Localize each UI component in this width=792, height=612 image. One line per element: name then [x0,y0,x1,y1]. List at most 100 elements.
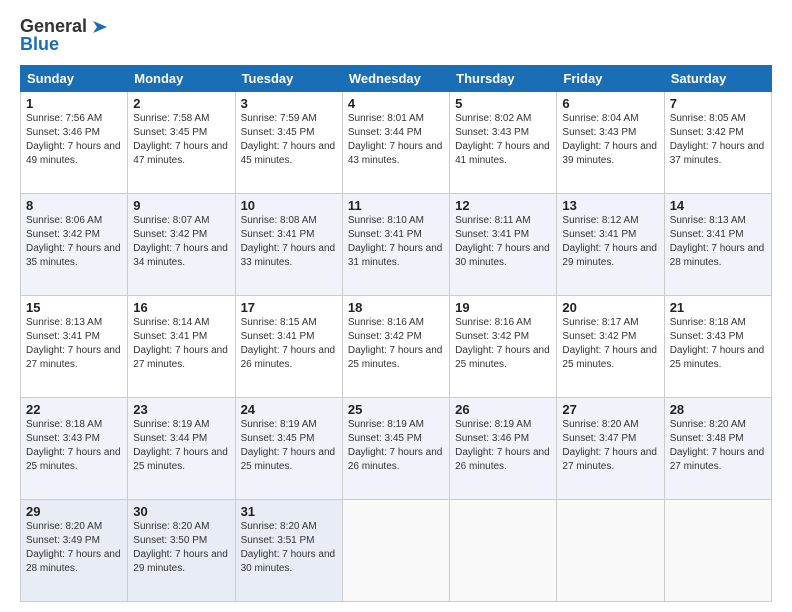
day-number: 12 [455,198,551,213]
calendar-cell: 22 Sunrise: 8:18 AMSunset: 3:43 PMDayligh… [21,398,128,500]
calendar-cell: 29 Sunrise: 8:20 AMSunset: 3:49 PMDayligh… [21,500,128,602]
calendar-cell: 6Sunrise: 8:04 AMSunset: 3:43 PMDaylight… [557,92,664,194]
calendar-header-row: SundayMondayTuesdayWednesdayThursdayFrid… [21,66,772,92]
day-number: 20 [562,300,658,315]
calendar-week-row: 29 Sunrise: 8:20 AMSunset: 3:49 PMDayligh… [21,500,772,602]
logo-arrow-icon [89,20,107,34]
day-info: Sunrise: 8:12 AMSunset: 3:41 PMDaylight:… [562,215,657,268]
day-info: Sunrise: 8:02 AMSunset: 3:43 PMDaylight:… [455,113,550,166]
calendar-day-header: Sunday [21,66,128,92]
day-info: Sunrise: 7:56 AMSunset: 3:46 PMDaylight:… [26,113,121,166]
day-number: 1 [26,96,122,111]
calendar-cell: 13 Sunrise: 8:12 AMSunset: 3:41 PMDayligh… [557,194,664,296]
calendar-cell: 30 Sunrise: 8:20 AMSunset: 3:50 PMDayligh… [128,500,235,602]
day-info: Sunrise: 8:20 AMSunset: 3:50 PMDaylight:… [133,521,228,574]
day-info: Sunrise: 8:20 AMSunset: 3:51 PMDaylight:… [241,521,336,574]
day-info: Sunrise: 8:04 AMSunset: 3:43 PMDaylight:… [562,113,657,166]
day-number: 18 [348,300,444,315]
day-info: Sunrise: 8:19 AMSunset: 3:45 PMDaylight:… [348,419,443,472]
day-number: 31 [241,504,337,519]
calendar-day-header: Saturday [664,66,771,92]
day-number: 3 [241,96,337,111]
day-info: Sunrise: 8:07 AMSunset: 3:42 PMDaylight:… [133,215,228,268]
day-number: 22 [26,402,122,417]
calendar-day-header: Monday [128,66,235,92]
day-number: 4 [348,96,444,111]
calendar-cell: 14 Sunrise: 8:13 AMSunset: 3:41 PMDayligh… [664,194,771,296]
day-number: 30 [133,504,229,519]
calendar-week-row: 22 Sunrise: 8:18 AMSunset: 3:43 PMDayligh… [21,398,772,500]
day-info: Sunrise: 8:19 AMSunset: 3:45 PMDaylight:… [241,419,336,472]
day-number: 28 [670,402,766,417]
day-number: 8 [26,198,122,213]
day-number: 19 [455,300,551,315]
calendar-day-header: Thursday [450,66,557,92]
calendar-cell: 12Sunrise: 8:11 AMSunset: 3:41 PMDayligh… [450,194,557,296]
day-number: 13 [562,198,658,213]
day-number: 24 [241,402,337,417]
calendar-cell: 24 Sunrise: 8:19 AMSunset: 3:45 PMDayligh… [235,398,342,500]
day-number: 27 [562,402,658,417]
calendar-cell: 10Sunrise: 8:08 AMSunset: 3:41 PMDayligh… [235,194,342,296]
calendar-cell [664,500,771,602]
calendar-day-header: Wednesday [342,66,449,92]
day-info: Sunrise: 8:17 AMSunset: 3:42 PMDaylight:… [562,317,657,370]
day-number: 17 [241,300,337,315]
day-info: Sunrise: 8:19 AMSunset: 3:46 PMDaylight:… [455,419,550,472]
calendar-week-row: 8 Sunrise: 8:06 AMSunset: 3:42 PMDaylight… [21,194,772,296]
day-number: 11 [348,198,444,213]
day-number: 14 [670,198,766,213]
calendar-cell: 8 Sunrise: 8:06 AMSunset: 3:42 PMDaylight… [21,194,128,296]
calendar-cell: 1 Sunrise: 7:56 AMSunset: 3:46 PMDaylight… [21,92,128,194]
day-number: 23 [133,402,229,417]
day-number: 9 [133,198,229,213]
calendar-cell: 21Sunrise: 8:18 AMSunset: 3:43 PMDayligh… [664,296,771,398]
calendar-cell [342,500,449,602]
day-info: Sunrise: 8:18 AMSunset: 3:43 PMDaylight:… [26,419,121,472]
calendar-cell: 3 Sunrise: 7:59 AMSunset: 3:45 PMDaylight… [235,92,342,194]
calendar-body: 1 Sunrise: 7:56 AMSunset: 3:46 PMDaylight… [21,92,772,602]
calendar-cell: 31 Sunrise: 8:20 AMSunset: 3:51 PMDayligh… [235,500,342,602]
day-info: Sunrise: 8:19 AMSunset: 3:44 PMDaylight:… [133,419,228,472]
calendar-cell: 18 Sunrise: 8:16 AMSunset: 3:42 PMDayligh… [342,296,449,398]
calendar-cell: 26Sunrise: 8:19 AMSunset: 3:46 PMDayligh… [450,398,557,500]
day-info: Sunrise: 8:10 AMSunset: 3:41 PMDaylight:… [348,215,443,268]
day-info: Sunrise: 8:13 AMSunset: 3:41 PMDaylight:… [670,215,765,268]
day-info: Sunrise: 8:20 AMSunset: 3:49 PMDaylight:… [26,521,121,574]
calendar-cell: 25Sunrise: 8:19 AMSunset: 3:45 PMDayligh… [342,398,449,500]
day-info: Sunrise: 8:06 AMSunset: 3:42 PMDaylight:… [26,215,121,268]
day-info: Sunrise: 8:05 AMSunset: 3:42 PMDaylight:… [670,113,765,166]
day-info: Sunrise: 8:15 AMSunset: 3:41 PMDaylight:… [241,317,336,370]
day-number: 15 [26,300,122,315]
day-info: Sunrise: 7:58 AMSunset: 3:45 PMDaylight:… [133,113,228,166]
calendar-cell: 9 Sunrise: 8:07 AMSunset: 3:42 PMDaylight… [128,194,235,296]
calendar-cell: 15 Sunrise: 8:13 AMSunset: 3:41 PMDayligh… [21,296,128,398]
calendar-cell: 17 Sunrise: 8:15 AMSunset: 3:41 PMDayligh… [235,296,342,398]
day-info: Sunrise: 7:59 AMSunset: 3:45 PMDaylight:… [241,113,336,166]
day-info: Sunrise: 8:14 AMSunset: 3:41 PMDaylight:… [133,317,228,370]
calendar-week-row: 15 Sunrise: 8:13 AMSunset: 3:41 PMDayligh… [21,296,772,398]
day-info: Sunrise: 8:16 AMSunset: 3:42 PMDaylight:… [348,317,443,370]
day-info: Sunrise: 8:13 AMSunset: 3:41 PMDaylight:… [26,317,121,370]
page: General Blue SundayMondayTuesdayWednesda… [0,0,792,612]
calendar-cell: 20 Sunrise: 8:17 AMSunset: 3:42 PMDayligh… [557,296,664,398]
logo-text-blue: Blue [20,34,59,55]
calendar: SundayMondayTuesdayWednesdayThursdayFrid… [20,65,772,602]
day-info: Sunrise: 8:20 AMSunset: 3:48 PMDaylight:… [670,419,765,472]
calendar-cell: 11 Sunrise: 8:10 AMSunset: 3:41 PMDayligh… [342,194,449,296]
calendar-cell [450,500,557,602]
day-number: 5 [455,96,551,111]
day-info: Sunrise: 8:01 AMSunset: 3:44 PMDaylight:… [348,113,443,166]
day-number: 16 [133,300,229,315]
calendar-cell [557,500,664,602]
calendar-cell: 19Sunrise: 8:16 AMSunset: 3:42 PMDayligh… [450,296,557,398]
calendar-cell: 4 Sunrise: 8:01 AMSunset: 3:44 PMDaylight… [342,92,449,194]
calendar-cell: 16 Sunrise: 8:14 AMSunset: 3:41 PMDayligh… [128,296,235,398]
calendar-cell: 28 Sunrise: 8:20 AMSunset: 3:48 PMDayligh… [664,398,771,500]
day-info: Sunrise: 8:08 AMSunset: 3:41 PMDaylight:… [241,215,336,268]
calendar-day-header: Friday [557,66,664,92]
calendar-cell: 5 Sunrise: 8:02 AMSunset: 3:43 PMDaylight… [450,92,557,194]
day-number: 7 [670,96,766,111]
day-number: 29 [26,504,122,519]
calendar-cell: 23 Sunrise: 8:19 AMSunset: 3:44 PMDayligh… [128,398,235,500]
